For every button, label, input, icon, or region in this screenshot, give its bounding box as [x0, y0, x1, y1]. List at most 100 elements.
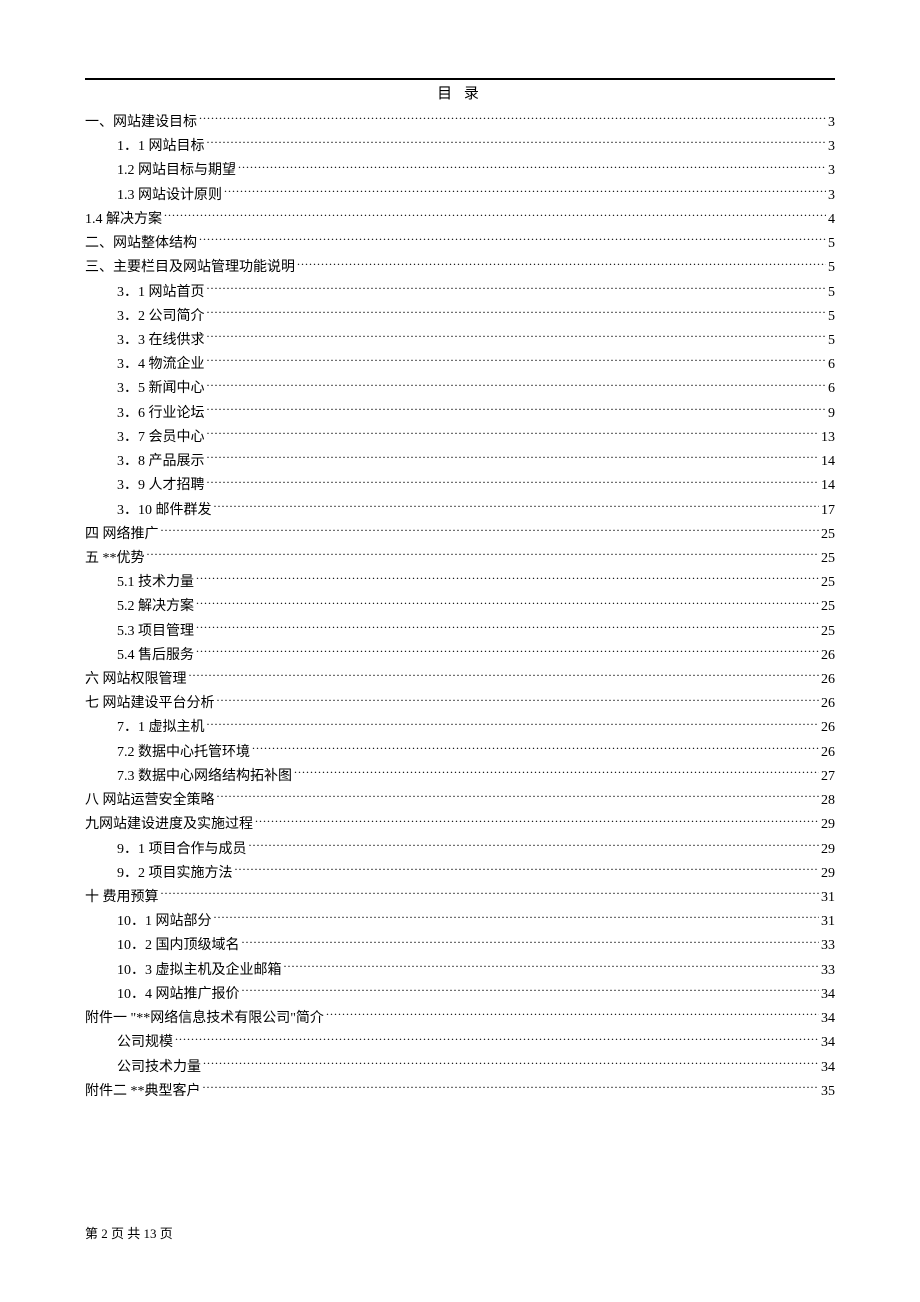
- toc-leader-dots: [284, 960, 820, 974]
- toc-entry-label: 十 费用预算: [85, 886, 159, 910]
- toc-entry: 9．2 项目实施方法29: [85, 862, 835, 886]
- toc-container: 一、网站建设目标31．1 网站目标31.2 网站目标与期望31.3 网站设计原则…: [85, 111, 835, 1104]
- toc-entry-label: 3．10 邮件群发: [117, 499, 212, 523]
- toc-entry-page: 33: [821, 934, 835, 958]
- toc-leader-dots: [207, 427, 820, 441]
- toc-leader-dots: [224, 185, 826, 199]
- toc-entry-page: 25: [821, 595, 835, 619]
- toc-entry: 7.3 数据中心网络结构拓补图27: [85, 765, 835, 789]
- toc-entry-page: 4: [828, 208, 835, 232]
- toc-leader-dots: [207, 136, 827, 150]
- toc-entry-page: 31: [821, 910, 835, 934]
- toc-entry: 10．4 网站推广报价34: [85, 983, 835, 1007]
- toc-entry-label: 五 **优势: [85, 547, 145, 571]
- toc-entry-label: 3．1 网站首页: [117, 281, 205, 305]
- toc-entry-page: 34: [821, 1007, 835, 1031]
- toc-entry-label: 1．1 网站目标: [117, 135, 205, 159]
- toc-leader-dots: [252, 742, 819, 756]
- toc-leader-dots: [207, 403, 827, 417]
- toc-leader-dots: [217, 790, 820, 804]
- toc-entry-page: 3: [828, 159, 835, 183]
- toc-leader-dots: [175, 1032, 819, 1046]
- toc-entry: 1.3 网站设计原则3: [85, 184, 835, 208]
- toc-entry: 1．1 网站目标 3: [85, 135, 835, 159]
- top-border: [85, 78, 835, 80]
- toc-entry-label: 四 网络推广: [85, 523, 159, 547]
- toc-leader-dots: [235, 863, 820, 877]
- toc-entry-page: 34: [821, 1056, 835, 1080]
- toc-entry: 5.2 解决方案25: [85, 595, 835, 619]
- toc-entry-page: 29: [821, 838, 835, 862]
- toc-leader-dots: [214, 911, 820, 925]
- toc-entry: 3．3 在线供求5: [85, 329, 835, 353]
- toc-leader-dots: [199, 233, 826, 247]
- toc-leader-dots: [207, 451, 820, 465]
- toc-entry: 10．3 虚拟主机及企业邮箱 33: [85, 959, 835, 983]
- toc-entry-label: 二、网站整体结构: [85, 232, 197, 256]
- toc-entry: 9．1 项目合作与成员 29: [85, 838, 835, 862]
- toc-entry: 附件二 **典型客户35: [85, 1080, 835, 1104]
- toc-entry-label: 1.2 网站目标与期望: [117, 159, 236, 183]
- toc-entry-label: 3．5 新闻中心: [117, 377, 205, 401]
- toc-leader-dots: [217, 693, 820, 707]
- document-page: 目 录 一、网站建设目标31．1 网站目标31.2 网站目标与期望31.3 网站…: [0, 0, 920, 1104]
- toc-entry-page: 5: [828, 281, 835, 305]
- toc-leader-dots: [297, 257, 826, 271]
- toc-entry: 10．1 网站部分31: [85, 910, 835, 934]
- toc-entry: 3．9 人才招聘14: [85, 474, 835, 498]
- toc-entry-label: 三、主要栏目及网站管理功能说明: [85, 256, 295, 280]
- toc-entry: 7.2 数据中心托管环境 26: [85, 741, 835, 765]
- toc-entry-page: 6: [828, 377, 835, 401]
- toc-entry-label: 公司规模: [117, 1031, 173, 1055]
- toc-entry: 7．1 虚拟主机 26: [85, 716, 835, 740]
- toc-entry-label: 3．7 会员中心: [117, 426, 205, 450]
- toc-entry: 3．7 会员中心 13: [85, 426, 835, 450]
- toc-entry-label: 10．3 虚拟主机及企业邮箱: [117, 959, 282, 983]
- toc-entry-label: 1.4 解决方案: [85, 208, 162, 232]
- toc-entry-page: 26: [821, 716, 835, 740]
- toc-entry-label: 5.1 技术力量: [117, 571, 194, 595]
- toc-leader-dots: [207, 378, 827, 392]
- toc-entry-page: 34: [821, 1031, 835, 1055]
- toc-entry-label: 3．9 人才招聘: [117, 474, 205, 498]
- toc-leader-dots: [238, 160, 826, 174]
- toc-entry-page: 35: [821, 1080, 835, 1104]
- toc-entry-label: 7.2 数据中心托管环境: [117, 741, 250, 765]
- toc-leader-dots: [207, 717, 820, 731]
- toc-entry-label: 9．1 项目合作与成员: [117, 838, 247, 862]
- toc-entry-label: 7.3 数据中心网络结构拓补图: [117, 765, 292, 789]
- toc-entry: 九网站建设进度及实施过程29: [85, 813, 835, 837]
- toc-entry: 附件一 "**网络信息技术有限公司"简介34: [85, 1007, 835, 1031]
- toc-entry: 5.1 技术力量25: [85, 571, 835, 595]
- toc-entry: 3．5 新闻中心 6: [85, 377, 835, 401]
- toc-entry-label: 9．2 项目实施方法: [117, 862, 233, 886]
- toc-entry: 5.4 售后服务26: [85, 644, 835, 668]
- toc-entry: 三、主要栏目及网站管理功能说明5: [85, 256, 835, 280]
- toc-entry-page: 14: [821, 450, 835, 474]
- toc-leader-dots: [189, 669, 820, 683]
- toc-entry-page: 5: [828, 305, 835, 329]
- toc-entry-label: 7．1 虚拟主机: [117, 716, 205, 740]
- toc-entry-page: 6: [828, 353, 835, 377]
- toc-entry-page: 33: [821, 959, 835, 983]
- toc-entry-page: 34: [821, 983, 835, 1007]
- toc-entry-label: 3．4 物流企业: [117, 353, 205, 377]
- toc-entry: 五 **优势25: [85, 547, 835, 571]
- toc-entry-page: 26: [821, 741, 835, 765]
- toc-leader-dots: [161, 524, 820, 538]
- toc-entry-page: 3: [828, 135, 835, 159]
- toc-entry-label: 1.3 网站设计原则: [117, 184, 222, 208]
- toc-entry: 十 费用预算31: [85, 886, 835, 910]
- toc-entry: 3．10 邮件群发 17: [85, 499, 835, 523]
- toc-entry: 1.4 解决方案 4: [85, 208, 835, 232]
- toc-entry-page: 13: [821, 426, 835, 450]
- toc-entry: 七 网站建设平台分析26: [85, 692, 835, 716]
- toc-entry-label: 七 网站建设平台分析: [85, 692, 215, 716]
- toc-entry-label: 3．8 产品展示: [117, 450, 205, 474]
- toc-entry-label: 公司技术力量: [117, 1056, 201, 1080]
- toc-entry-page: 17: [821, 499, 835, 523]
- toc-leader-dots: [203, 1057, 819, 1071]
- toc-entry: 二、网站整体结构5: [85, 232, 835, 256]
- toc-leader-dots: [161, 887, 820, 901]
- toc-entry: 四 网络推广25: [85, 523, 835, 547]
